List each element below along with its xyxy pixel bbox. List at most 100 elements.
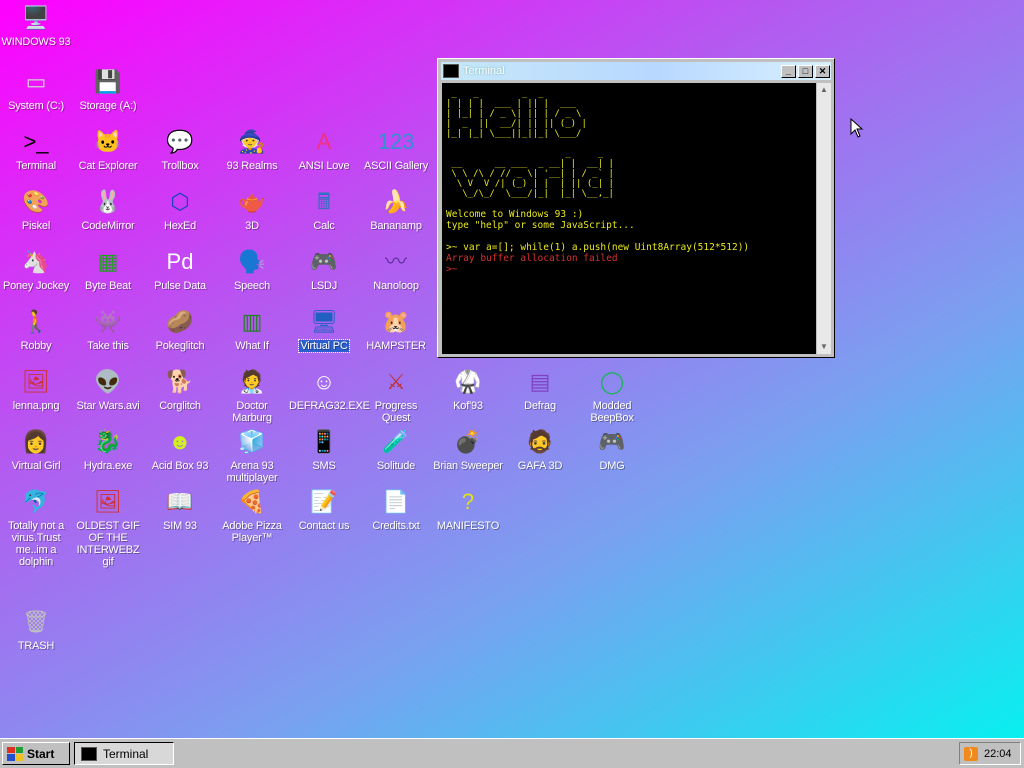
desktop-icon-label: Arena 93 multiplayer [226,460,278,484]
robby-icon: 🚶 [22,309,50,334]
desktop-icon-corglitch[interactable]: 🐕 Corglitch [144,366,216,412]
desktop-icon-hydra-exe[interactable]: 🐉 Hydra.exe [72,426,144,472]
desktop-icon-defrag[interactable]: ▤ Defrag [504,366,576,412]
desktop-icon-label: Terminal [16,160,56,172]
desktop-icon-hexed[interactable]: ⬡ HexEd [144,186,216,232]
desktop-icon-poney-jockey[interactable]: 🦄 Poney Jockey [0,246,72,292]
terminal-icon: >_ [23,129,49,154]
desktop-icon-label: 93 Realms [226,160,278,172]
scroll-up-icon[interactable]: ▲ [817,83,831,97]
desktop-icon-label: Progress Quest [374,400,418,424]
desktop-icon-3d[interactable]: 🫖 3D [216,186,288,232]
desktop-icon-modded-beepbox[interactable]: ◯ Modded BeepBox [576,366,648,424]
desktop-icon-virtual-girl[interactable]: 👩 Virtual Girl [0,426,72,472]
command-line: >~ var a=[]; while(1) a.push(new Uint8Ar… [446,242,750,253]
desktop-icon-defrag32-exe[interactable]: ☺ DEFRAG32.EXE [288,366,370,412]
desktop-icon-pokeglitch[interactable]: 🥔 Pokeglitch [144,306,216,352]
desktop-icon-label: lenna.png [12,400,60,412]
system-tray: ) 22:04 [959,742,1021,765]
desktop-icon-robby[interactable]: 🚶 Robby [0,306,72,352]
hydra-exe-icon: 🐉 [94,429,122,454]
taskbar: Start Terminal ) 22:04 [0,738,1024,768]
pulse-data-icon: Pd [166,249,194,274]
desktop-icon-doctor-marburg[interactable]: 🧑‍⚕️ Doctor Marburg [216,366,288,424]
windows-logo-icon [7,746,23,761]
modded-beepbox-icon: ◯ [599,369,625,394]
desktop-icon-virtual-pc[interactable]: 🖥 Virtual PC [288,306,360,353]
desktop-icon-trollbox[interactable]: 💬 Trollbox [144,126,216,172]
desktop-icon-ascii-gallery[interactable]: 123 ASCII Gallery [360,126,432,172]
desktop-icon-label: Acid Box 93 [151,460,209,472]
desktop-icon-label: Contact us [298,520,350,532]
window-titlebar[interactable]: Terminal _ □ ✕ [441,62,831,80]
desktop-icon-system-c[interactable]: ▭ System (C:) [0,66,72,112]
rss-icon[interactable]: ) [964,746,978,761]
desktop-icon-solitude[interactable]: 🧪 Solitude [360,426,432,472]
desktop-icon-label: Virtual PC [298,339,350,353]
welcome-line: Welcome to Windows 93 :) [446,209,584,220]
desktop-icon-cat-explorer[interactable]: 🐱 Cat Explorer [72,126,144,172]
desktop-icon-lenna-png[interactable]: 🖼 lenna.png [0,366,72,412]
vertical-scrollbar[interactable]: ▲ ▼ [817,83,831,354]
terminal-output[interactable]: _ _ _ _ | | | | ___ | || | ___ | |_| | /… [442,83,816,354]
desktop-icon-piskel[interactable]: 🎨 Piskel [0,186,72,232]
desktop-icon-byte-beat[interactable]: ▦ Byte Beat [72,246,144,292]
desktop-icon-label: SMS [312,460,336,472]
star-wars-avi-icon: 👽 [94,369,122,394]
desktop-icon-nanoloop[interactable]: 〰 Nanoloop [360,246,432,292]
desktop-icon-arena-93-multiplayer[interactable]: 🧊 Arena 93 multiplayer [216,426,288,484]
desktop-icon-speech[interactable]: 🗣️ Speech [216,246,288,292]
desktop-icon-calc[interactable]: 🖩 Calc [288,186,360,232]
desktop-icon-star-wars-avi[interactable]: 👽 Star Wars.avi [72,366,144,412]
desktop-icon-dmg[interactable]: 🎮 DMG [576,426,648,472]
defrag-icon: ▤ [529,369,551,394]
desktop-icon-sms[interactable]: 📱 SMS [288,426,360,472]
desktop-icon-codemirror[interactable]: 🐰 CodeMirror [72,186,144,232]
desktop-icon-bananamp[interactable]: 🍌 Bananamp [360,186,432,232]
ascii-art-hello-world: _ _ _ _ | | | | ___ | || | ___ | |_| | /… [446,89,614,199]
desktop-icon-label: Star Wars.avi [76,400,140,412]
desktop-icon-manifesto[interactable]: ? MANIFESTO [432,486,504,532]
desktop-icon-pulse-data[interactable]: Pd Pulse Data [144,246,216,292]
desktop-icon-kof-93[interactable]: 🥋 Kof'93 [432,366,504,412]
start-button[interactable]: Start [2,742,70,765]
desktop-icon-trash[interactable]: 🗑 TRASH [0,606,72,652]
desktop-icon-what-if[interactable]: ▥ What If [216,306,288,352]
taskbar-item-terminal[interactable]: Terminal [74,742,174,765]
desktop-icon-storage-a[interactable]: 💾 Storage (A:) [72,66,144,112]
desktop-icon-gafa-3d[interactable]: 🧔 GAFA 3D [504,426,576,472]
desktop-icon-contact-us[interactable]: 📝 Contact us [288,486,360,532]
mouse-cursor-icon [850,118,864,138]
desktop-icon-oldest-gif-of-the-interwebz-gif[interactable]: 🖼 OLDEST GIF OF THE INTERWEBZ gif [72,486,144,568]
maximize-button[interactable]: □ [798,64,813,78]
desktop-icon-credits-txt[interactable]: 📄 Credits.txt [360,486,432,532]
desktop-icon-ansi-love[interactable]: A ANSI Love [288,126,360,172]
terminal-icon [81,746,97,761]
sim-93-icon: 📖 [166,489,194,514]
desktop-icon-progress-quest[interactable]: ⚔ Progress Quest [360,366,432,424]
close-button[interactable]: ✕ [815,64,830,78]
desktop-icon-sim-93[interactable]: 📖 SIM 93 [144,486,216,532]
desktop-icon-hampster[interactable]: 🐹 HAMPSTER [360,306,432,352]
gafa-3d-icon: 🧔 [526,429,554,454]
desktop-icon-label: Nanoloop [373,280,419,292]
scroll-down-icon[interactable]: ▼ [817,340,831,354]
take-this-icon: 👾 [94,309,122,334]
prompt-line[interactable]: >~ [446,264,812,275]
desktop-icon-terminal[interactable]: >_ Terminal [0,126,72,172]
hexed-icon: ⬡ [170,189,190,214]
terminal-window[interactable]: Terminal _ □ ✕ _ _ _ _ | | | | ___ | || … [437,58,835,358]
desktop-icon-totally-not-a-virus-trust-me-im-a-dolphin[interactable]: 🐬 Totally not a virus.Trust me..im a dolp… [0,486,72,568]
desktop-icon-label: Doctor Marburg [232,400,272,424]
desktop-icon-brian-sweeper[interactable]: 💣 Brian Sweeper [432,426,504,472]
contact-us-icon: 📝 [310,489,338,514]
desktop-icon-lsdj[interactable]: 🎮 LSDJ [288,246,360,292]
desktop-icon-label: Solitude [376,460,416,472]
minimize-button[interactable]: _ [781,64,796,78]
desktop-icon-windows-93[interactable]: 🖥️ WINDOWS 93 [0,2,72,48]
desktop-icon-93-realms[interactable]: 🧙 93 Realms [216,126,288,172]
desktop-icon-label: OLDEST GIF OF THE INTERWEBZ gif [76,520,140,568]
desktop-icon-acid-box-93[interactable]: ☻ Acid Box 93 [144,426,216,472]
desktop-icon-adobe-pizza-player[interactable]: 🍕 Adobe Pizza Player™ [216,486,288,544]
desktop-icon-take-this[interactable]: 👾 Take this [72,306,144,352]
